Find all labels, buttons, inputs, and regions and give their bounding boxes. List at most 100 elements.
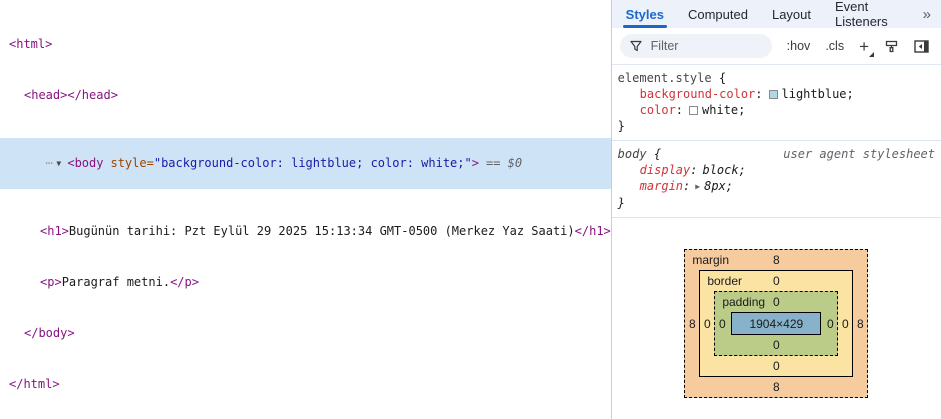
margin-right-value[interactable]: 8 xyxy=(853,317,867,331)
margin-bottom-value[interactable]: 8 xyxy=(773,380,780,394)
tab-layout[interactable]: Layout xyxy=(772,0,811,28)
rule-selector[interactable]: element.style xyxy=(618,71,712,85)
filter-funnel-icon xyxy=(630,40,642,52)
css-property[interactable]: margin xyxy=(640,179,683,193)
elements-panel: <html> <head></head> ⋯ ▼ <body style="backg… xyxy=(0,0,612,419)
css-property[interactable]: color xyxy=(640,103,676,117)
rule-element-style: element.style { background-color: lightbl… xyxy=(611,65,941,141)
body-attr-name: style xyxy=(110,156,147,170)
stylesheet-origin: user agent stylesheet xyxy=(783,147,935,161)
css-property[interactable]: background-color xyxy=(640,87,756,101)
margin-left-value[interactable]: 8 xyxy=(685,317,699,331)
toggle-pseudo-state-button[interactable]: :hov xyxy=(787,39,811,53)
h1-close-tag: </h1> xyxy=(574,224,611,238)
tree-node-h1[interactable]: <h1>Bugünün tarihi: Pzt Eylül 29 2025 15… xyxy=(0,223,611,240)
tree-node-head[interactable]: <head></head> xyxy=(0,87,611,104)
padding-top-row: padding 0 xyxy=(715,292,837,312)
p-text: Paragraf metni. xyxy=(61,275,171,289)
css-value[interactable]: block xyxy=(702,163,738,177)
css-declaration[interactable]: display: block; xyxy=(618,162,935,178)
open-brace: { xyxy=(653,147,662,161)
h1-open-tag: <h1> xyxy=(40,224,69,238)
new-style-rule-button[interactable]: + xyxy=(859,38,874,57)
tree-node-html-close[interactable]: </html> xyxy=(0,376,611,393)
css-value[interactable]: 8px xyxy=(704,179,726,193)
close-brace: } xyxy=(617,196,625,210)
border-box: border 0 0 padding 0 0 1904×429 0 0 0 0 xyxy=(699,270,854,377)
close-brace-row: } xyxy=(618,118,935,134)
p-open-tag: <p> xyxy=(40,275,62,289)
margin-bottom-row: 8 xyxy=(685,377,867,397)
border-label: border xyxy=(707,274,743,288)
h1-text: Bugünün tarihi: Pzt Eylül 29 2025 15:13:… xyxy=(68,224,575,238)
color-swatch[interactable] xyxy=(768,90,778,99)
semicolon: ; xyxy=(846,87,854,101)
margin-box: margin 8 8 border 0 0 padding 0 0 1904×4… xyxy=(684,249,869,398)
tab-event-listeners[interactable]: Event Listeners xyxy=(835,0,889,29)
toggle-sidebar-icon[interactable] xyxy=(914,39,929,53)
css-declaration[interactable]: margin: ▶ 8px; xyxy=(618,178,935,195)
border-bottom-value[interactable]: 0 xyxy=(773,359,780,373)
body-open-tag: <body xyxy=(67,156,104,170)
border-top-value[interactable]: 0 xyxy=(773,274,780,288)
filter-input[interactable] xyxy=(648,38,762,54)
rule-header: body { user agent stylesheet xyxy=(618,146,935,162)
content-dimensions: 1904×429 xyxy=(749,316,804,331)
padding-right-value[interactable]: 0 xyxy=(823,317,837,331)
semicolon: ; xyxy=(738,163,746,177)
margin-top-value[interactable]: 8 xyxy=(773,253,780,267)
expander-down-icon[interactable]: ▼ xyxy=(56,155,67,172)
padding-bottom-row: 0 xyxy=(715,335,837,355)
tab-styles-label: Styles xyxy=(625,6,664,22)
selected-node-hint: == $0 xyxy=(485,156,523,170)
color-swatch[interactable] xyxy=(689,106,699,115)
semicolon: ; xyxy=(725,179,734,193)
border-right-value[interactable]: 0 xyxy=(838,317,852,331)
css-declaration[interactable]: background-color: lightblue; xyxy=(618,86,935,102)
tree-node-p[interactable]: <p>Paragraf metni.</p> xyxy=(0,274,611,291)
tab-computed-label: Computed xyxy=(687,6,748,22)
more-tabs-chevron-icon[interactable]: » xyxy=(913,0,941,28)
tab-styles[interactable]: Styles xyxy=(622,0,668,28)
box-model-diagram: margin 8 8 border 0 0 padding 0 0 1904×4… xyxy=(684,249,869,398)
html-open-tag: <html> xyxy=(9,37,53,51)
p-close-tag: </p> xyxy=(170,275,199,289)
css-value[interactable]: white xyxy=(702,103,738,117)
padding-top-value[interactable]: 0 xyxy=(773,295,780,309)
body-close-tag: </body> xyxy=(24,326,75,340)
toggle-element-classes-button[interactable]: .cls xyxy=(825,39,844,53)
tree-node-body-close[interactable]: </body> xyxy=(0,325,611,342)
colon: : xyxy=(675,103,684,117)
body-open-tag-close: > xyxy=(471,156,479,170)
tab-layout-label: Layout xyxy=(771,6,812,22)
tree-node-body-selected[interactable]: ⋯ ▼ <body style="background-color: lightblu… xyxy=(0,138,611,189)
padding-left-value[interactable]: 0 xyxy=(715,317,729,331)
colon: : xyxy=(755,87,763,101)
border-left-value[interactable]: 0 xyxy=(700,317,714,331)
content-box: 1904×429 xyxy=(731,312,822,335)
styles-sidebar: Styles Computed Layout Event Listeners »… xyxy=(611,0,941,419)
padding-bottom-value[interactable]: 0 xyxy=(773,338,780,352)
tab-event-listeners-label: Event Listeners xyxy=(835,0,888,29)
styles-toolbar: :hov .cls + xyxy=(611,28,941,65)
colon: : xyxy=(690,163,698,177)
node-overflow-dots-icon[interactable]: ⋯ xyxy=(45,155,56,172)
css-declaration[interactable]: color: white; xyxy=(618,102,935,118)
brush-icon[interactable] xyxy=(884,39,899,54)
semicolon: ; xyxy=(738,103,746,117)
sidebar-tabbar: Styles Computed Layout Event Listeners » xyxy=(611,0,941,29)
css-property[interactable]: display xyxy=(640,163,691,177)
tree-node-html-open[interactable]: <html> xyxy=(0,36,611,53)
style-filter[interactable] xyxy=(619,34,772,58)
border-bottom-row: 0 xyxy=(700,356,852,376)
expand-shorthand-icon[interactable]: ▶ xyxy=(695,182,700,191)
margin-label: margin xyxy=(692,253,730,267)
box-model-section: margin 8 8 border 0 0 padding 0 0 1904×4… xyxy=(612,249,941,398)
body-attr-value: "background-color: lightblue; color: whi… xyxy=(153,156,472,170)
border-top-row: border 0 xyxy=(700,271,852,291)
css-value[interactable]: lightblue xyxy=(782,87,847,101)
open-brace: { xyxy=(718,71,727,85)
margin-top-row: margin 8 xyxy=(685,250,867,270)
tab-computed[interactable]: Computed xyxy=(688,0,748,28)
rule-selector: body xyxy=(617,147,647,161)
